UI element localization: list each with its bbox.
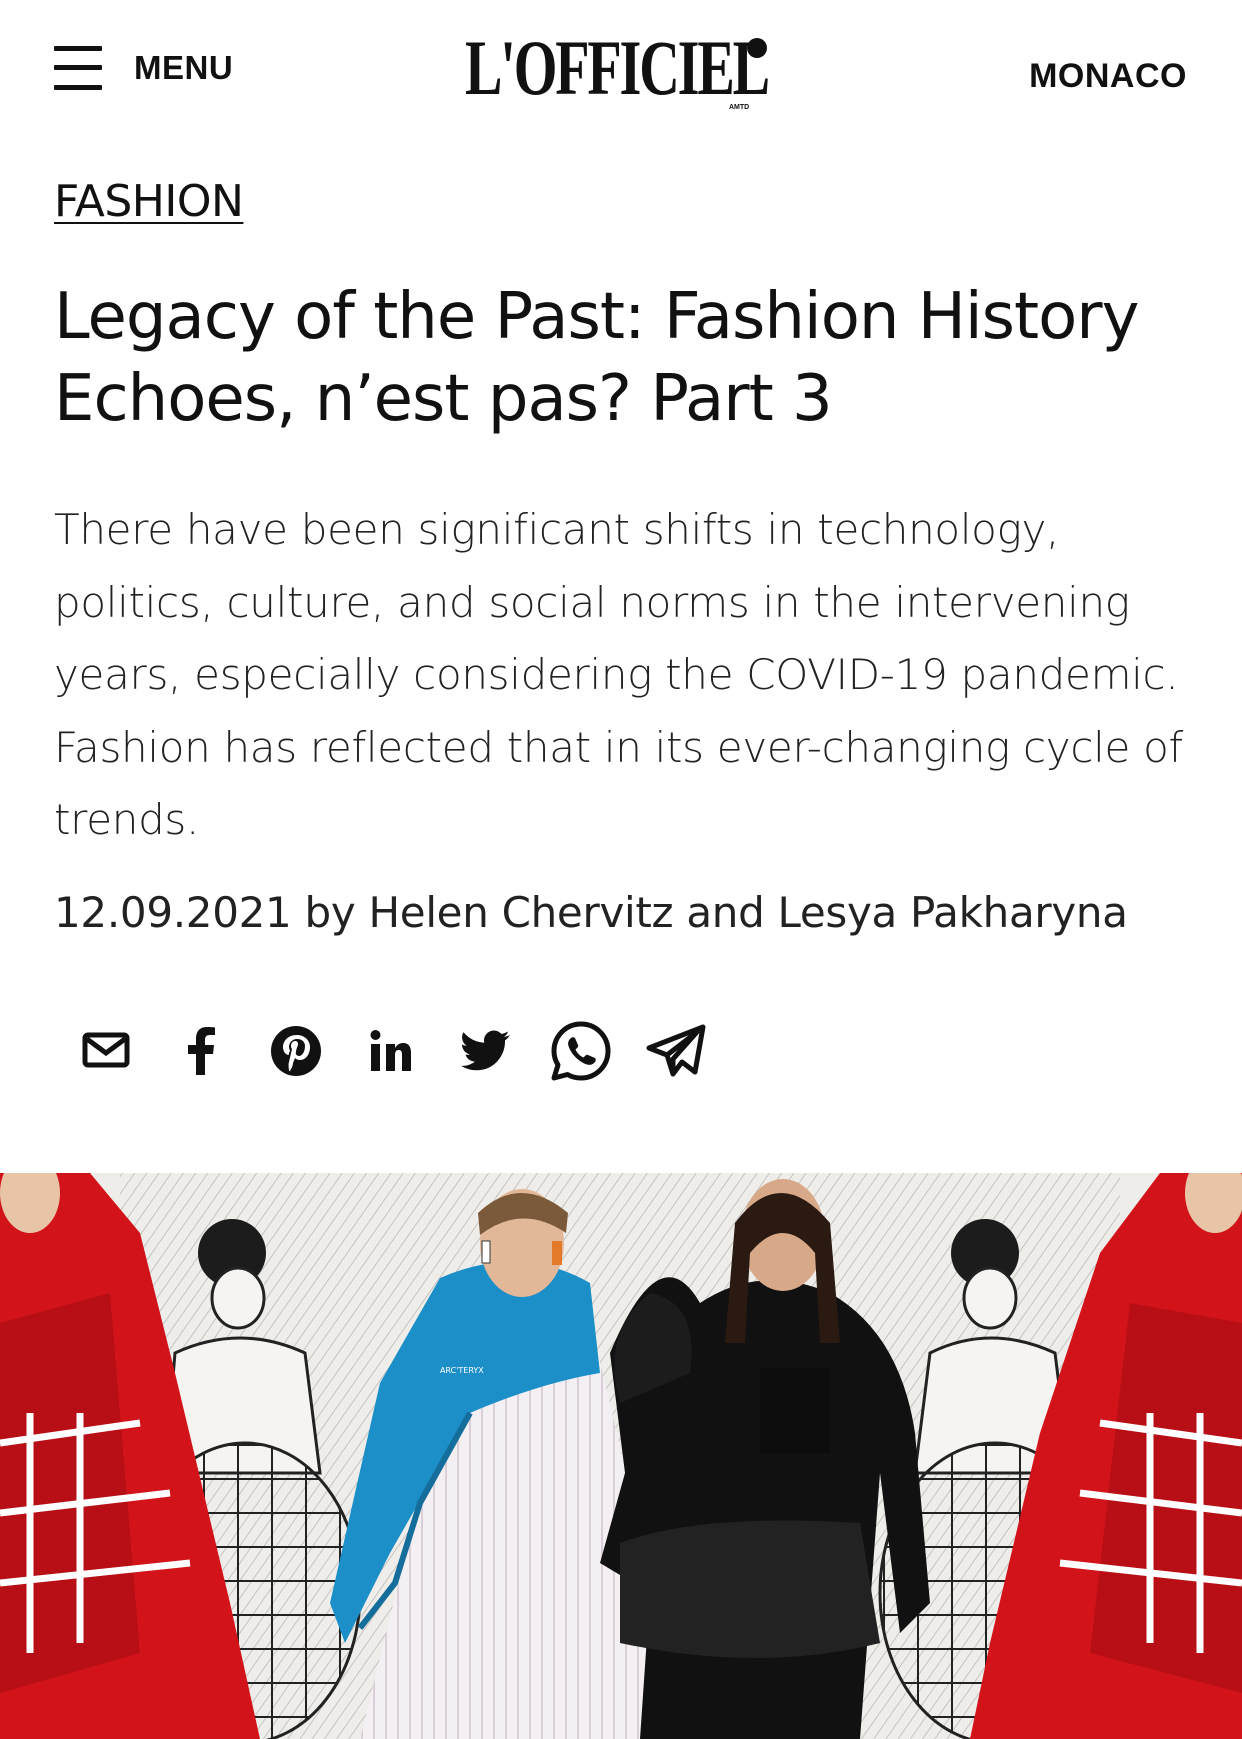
article-title: Legacy of the Past: Fashion History Echo… xyxy=(54,280,1139,436)
site-logo[interactable]: L'OFFICIEL AMTD xyxy=(465,28,775,114)
pinterest-icon xyxy=(271,1026,321,1076)
site-header: MENU L'OFFICIEL AMTD MONACO xyxy=(0,0,1242,140)
article-byline: 12.09.2021 by Helen Chervitz and Lesya P… xyxy=(54,888,1128,937)
whatsapp-icon xyxy=(551,1021,611,1081)
logo-wordmark: L'OFFICIEL xyxy=(465,24,770,111)
menu-button[interactable]: MENU xyxy=(54,44,233,92)
hamburger-icon xyxy=(54,44,102,92)
email-icon xyxy=(82,1032,130,1068)
share-twitter-button[interactable] xyxy=(450,1015,522,1087)
hero-image: ARC'TERYX xyxy=(0,1173,1242,1739)
logo-badge-icon xyxy=(747,38,767,58)
share-facebook-button[interactable] xyxy=(165,1015,237,1087)
share-pinterest-button[interactable] xyxy=(260,1015,332,1087)
article-lede: There have been significant shifts in te… xyxy=(54,505,1183,844)
share-bar xyxy=(70,1015,735,1087)
edition-selector[interactable]: MONACO xyxy=(1029,57,1187,96)
share-whatsapp-button[interactable] xyxy=(545,1015,617,1087)
share-telegram-button[interactable] xyxy=(640,1015,712,1087)
category-link[interactable]: FASHION xyxy=(54,176,244,227)
jacket-brand-text: ARC'TERYX xyxy=(440,1366,484,1375)
fashion-collage-illustration: ARC'TERYX xyxy=(0,1173,1242,1739)
logo-subtext: AMTD xyxy=(729,104,750,111)
menu-label: MENU xyxy=(134,49,234,86)
linkedin-icon xyxy=(370,1030,411,1071)
telegram-icon xyxy=(646,1024,706,1077)
share-linkedin-button[interactable] xyxy=(355,1015,427,1087)
twitter-icon xyxy=(461,1030,510,1071)
facebook-icon xyxy=(188,1027,215,1075)
share-email-button[interactable] xyxy=(70,1015,142,1087)
